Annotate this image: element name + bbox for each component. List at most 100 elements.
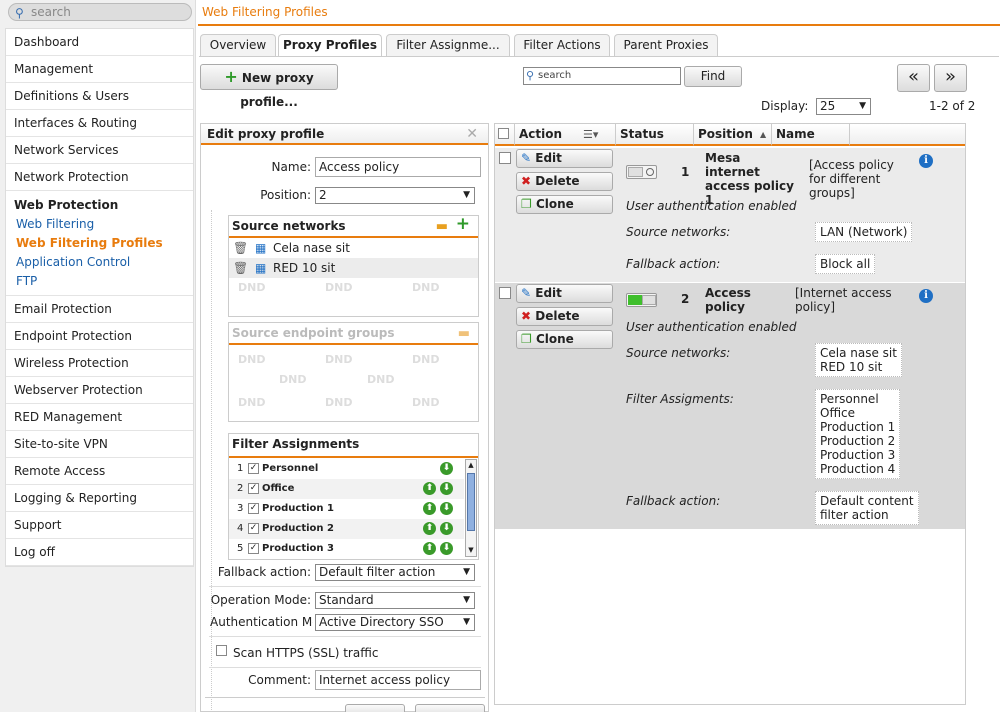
- nav-red-management[interactable]: RED Management: [6, 404, 193, 431]
- nav-endpoint-protection[interactable]: Endpoint Protection: [6, 323, 193, 350]
- edit-button[interactable]: ✎ Edit: [516, 149, 613, 168]
- find-button[interactable]: Find: [684, 66, 742, 87]
- source-network-label: Cela nase sit: [273, 241, 350, 255]
- nav-wireless-protection[interactable]: Wireless Protection: [6, 350, 193, 377]
- user-auth-text: User authentication enabled: [626, 320, 797, 334]
- nav-logoff[interactable]: Log off: [6, 539, 193, 566]
- source-network-item[interactable]: 🗑 ▦ RED 10 sit: [229, 258, 478, 278]
- column-action[interactable]: Action ☰▾: [515, 124, 616, 146]
- delete-button[interactable]: ✖ Delete: [516, 307, 613, 326]
- nav-support[interactable]: Support: [6, 512, 193, 539]
- nav-email-protection[interactable]: Email Protection: [6, 296, 193, 323]
- tab-filter-actions[interactable]: Filter Actions: [514, 34, 610, 56]
- clone-button[interactable]: ❐ Clone: [516, 195, 613, 214]
- nav-application-control[interactable]: Application Control: [6, 253, 193, 272]
- nav-logging[interactable]: Logging & Reporting: [6, 485, 193, 512]
- tab-overview[interactable]: Overview: [200, 34, 276, 56]
- folder-icon: ▬: [457, 326, 470, 341]
- delete-icon: ✖: [521, 174, 532, 188]
- grid-search-input[interactable]: ⚲ search: [523, 67, 681, 85]
- info-icon[interactable]: i: [919, 154, 933, 168]
- tab-parent-proxies[interactable]: Parent Proxies: [614, 34, 718, 56]
- select-all-header: [495, 124, 515, 146]
- status-toggle-on[interactable]: [626, 293, 657, 307]
- nav-management[interactable]: Management: [6, 56, 193, 83]
- nav-ftp[interactable]: FTP: [6, 272, 193, 291]
- move-down-icon[interactable]: ⬇: [440, 522, 453, 535]
- move-down-icon[interactable]: ⬇: [440, 502, 453, 515]
- row-checkbox[interactable]: [499, 152, 511, 164]
- nav-site-to-site[interactable]: Site-to-site VPN: [6, 431, 193, 458]
- info-icon[interactable]: i: [919, 289, 933, 303]
- save-button[interactable]: [345, 704, 405, 712]
- select-all-checkbox[interactable]: [498, 128, 509, 139]
- filter-assignments-label: Filter Assigments:: [626, 392, 734, 406]
- nav-webserver-protection[interactable]: Webserver Protection: [6, 377, 193, 404]
- scroll-up-icon[interactable]: ▲: [466, 460, 476, 471]
- nav-remote-access[interactable]: Remote Access: [6, 458, 193, 485]
- move-down-icon[interactable]: ⬇: [440, 542, 453, 555]
- cancel-button[interactable]: [415, 704, 485, 712]
- move-up-icon[interactable]: ⬆: [423, 482, 436, 495]
- move-up-icon[interactable]: ⬆: [423, 522, 436, 535]
- nav-web-protection[interactable]: Web Protection: [6, 195, 193, 215]
- nav-interfaces[interactable]: Interfaces & Routing: [6, 110, 193, 137]
- filter-assignment-item[interactable]: 1 ✓ Personnel ⬇: [229, 459, 464, 479]
- display-select[interactable]: 25 ▼: [816, 98, 871, 115]
- checkbox[interactable]: ✓: [248, 543, 259, 554]
- dnd-watermark: DND: [367, 373, 395, 386]
- nav-network-protection[interactable]: Network Protection: [6, 164, 193, 191]
- tab-proxy-profiles[interactable]: Proxy Profiles: [278, 34, 382, 57]
- checkbox[interactable]: ✓: [248, 503, 259, 514]
- new-proxy-profile-button[interactable]: + New proxy profile...: [200, 64, 338, 109]
- checkbox[interactable]: ✓: [248, 523, 259, 534]
- tab-filter-assignments[interactable]: Filter Assignme...: [386, 34, 510, 56]
- fallback-select[interactable]: Default filter action ▼: [315, 564, 475, 581]
- close-icon[interactable]: ✕: [466, 124, 478, 144]
- authentication-mode-select[interactable]: Active Directory SSO ▼: [315, 614, 475, 631]
- move-up-icon[interactable]: ⬆: [423, 502, 436, 515]
- trash-icon[interactable]: 🗑: [233, 258, 248, 278]
- operation-mode-label: Operation Mode:: [210, 593, 311, 607]
- move-up-icon[interactable]: ⬆: [423, 542, 436, 555]
- move-down-icon[interactable]: ⬇: [440, 462, 453, 475]
- filter-assignment-item[interactable]: 3 ✓ Production 1 ⬆ ⬇: [229, 499, 464, 519]
- filter-scrollbar[interactable]: ▲ ▼: [465, 459, 477, 557]
- clone-button[interactable]: ❐ Clone: [516, 330, 613, 349]
- network-icon: ▦: [255, 241, 267, 255]
- operation-mode-select[interactable]: Standard ▼: [315, 592, 475, 609]
- scroll-thumb[interactable]: [467, 473, 475, 531]
- nav-definitions[interactable]: Definitions & Users: [6, 83, 193, 110]
- name-input[interactable]: Access policy: [315, 157, 481, 177]
- delete-button[interactable]: ✖ Delete: [516, 172, 613, 191]
- status-toggle-off[interactable]: [626, 165, 657, 179]
- scan-https-checkbox[interactable]: [216, 645, 227, 656]
- filter-assignment-item[interactable]: 5 ✓ Production 3 ⬆ ⬇: [229, 539, 464, 559]
- column-menu-icon[interactable]: ☰▾: [583, 124, 598, 145]
- checkbox[interactable]: ✓: [248, 483, 259, 494]
- nav-network-services[interactable]: Network Services: [6, 137, 193, 164]
- prev-page-button[interactable]: «: [897, 64, 930, 92]
- source-network-item[interactable]: 🗑 ▦ Cela nase sit: [229, 238, 478, 258]
- row-checkbox[interactable]: [499, 287, 511, 299]
- folder-icon[interactable]: ▬: [436, 217, 448, 237]
- nav-web-filtering[interactable]: Web Filtering: [6, 215, 193, 234]
- trash-icon[interactable]: 🗑: [233, 238, 248, 258]
- add-icon[interactable]: +: [456, 214, 470, 234]
- filter-assignment-item[interactable]: 4 ✓ Production 2 ⬆ ⬇: [229, 519, 464, 539]
- checkbox[interactable]: ✓: [248, 463, 259, 474]
- search-input[interactable]: ⚲ search: [8, 3, 192, 21]
- column-status[interactable]: Status: [616, 124, 694, 146]
- move-down-icon[interactable]: ⬇: [440, 482, 453, 495]
- comment-input[interactable]: Internet access policy: [315, 670, 481, 690]
- search-icon: ⚲: [15, 6, 24, 20]
- nav-dashboard[interactable]: Dashboard: [6, 29, 193, 56]
- filter-assignment-item[interactable]: 2 ✓ Office ⬆ ⬇: [229, 479, 464, 499]
- nav-web-filtering-profiles[interactable]: Web Filtering Profiles: [6, 234, 193, 253]
- column-position[interactable]: Position ▲: [694, 124, 772, 146]
- scroll-down-icon[interactable]: ▼: [466, 545, 476, 556]
- column-name[interactable]: Name: [772, 124, 850, 146]
- position-select[interactable]: 2 ▼: [315, 187, 475, 204]
- edit-button[interactable]: ✎ Edit: [516, 284, 613, 303]
- next-page-button[interactable]: »: [934, 64, 967, 92]
